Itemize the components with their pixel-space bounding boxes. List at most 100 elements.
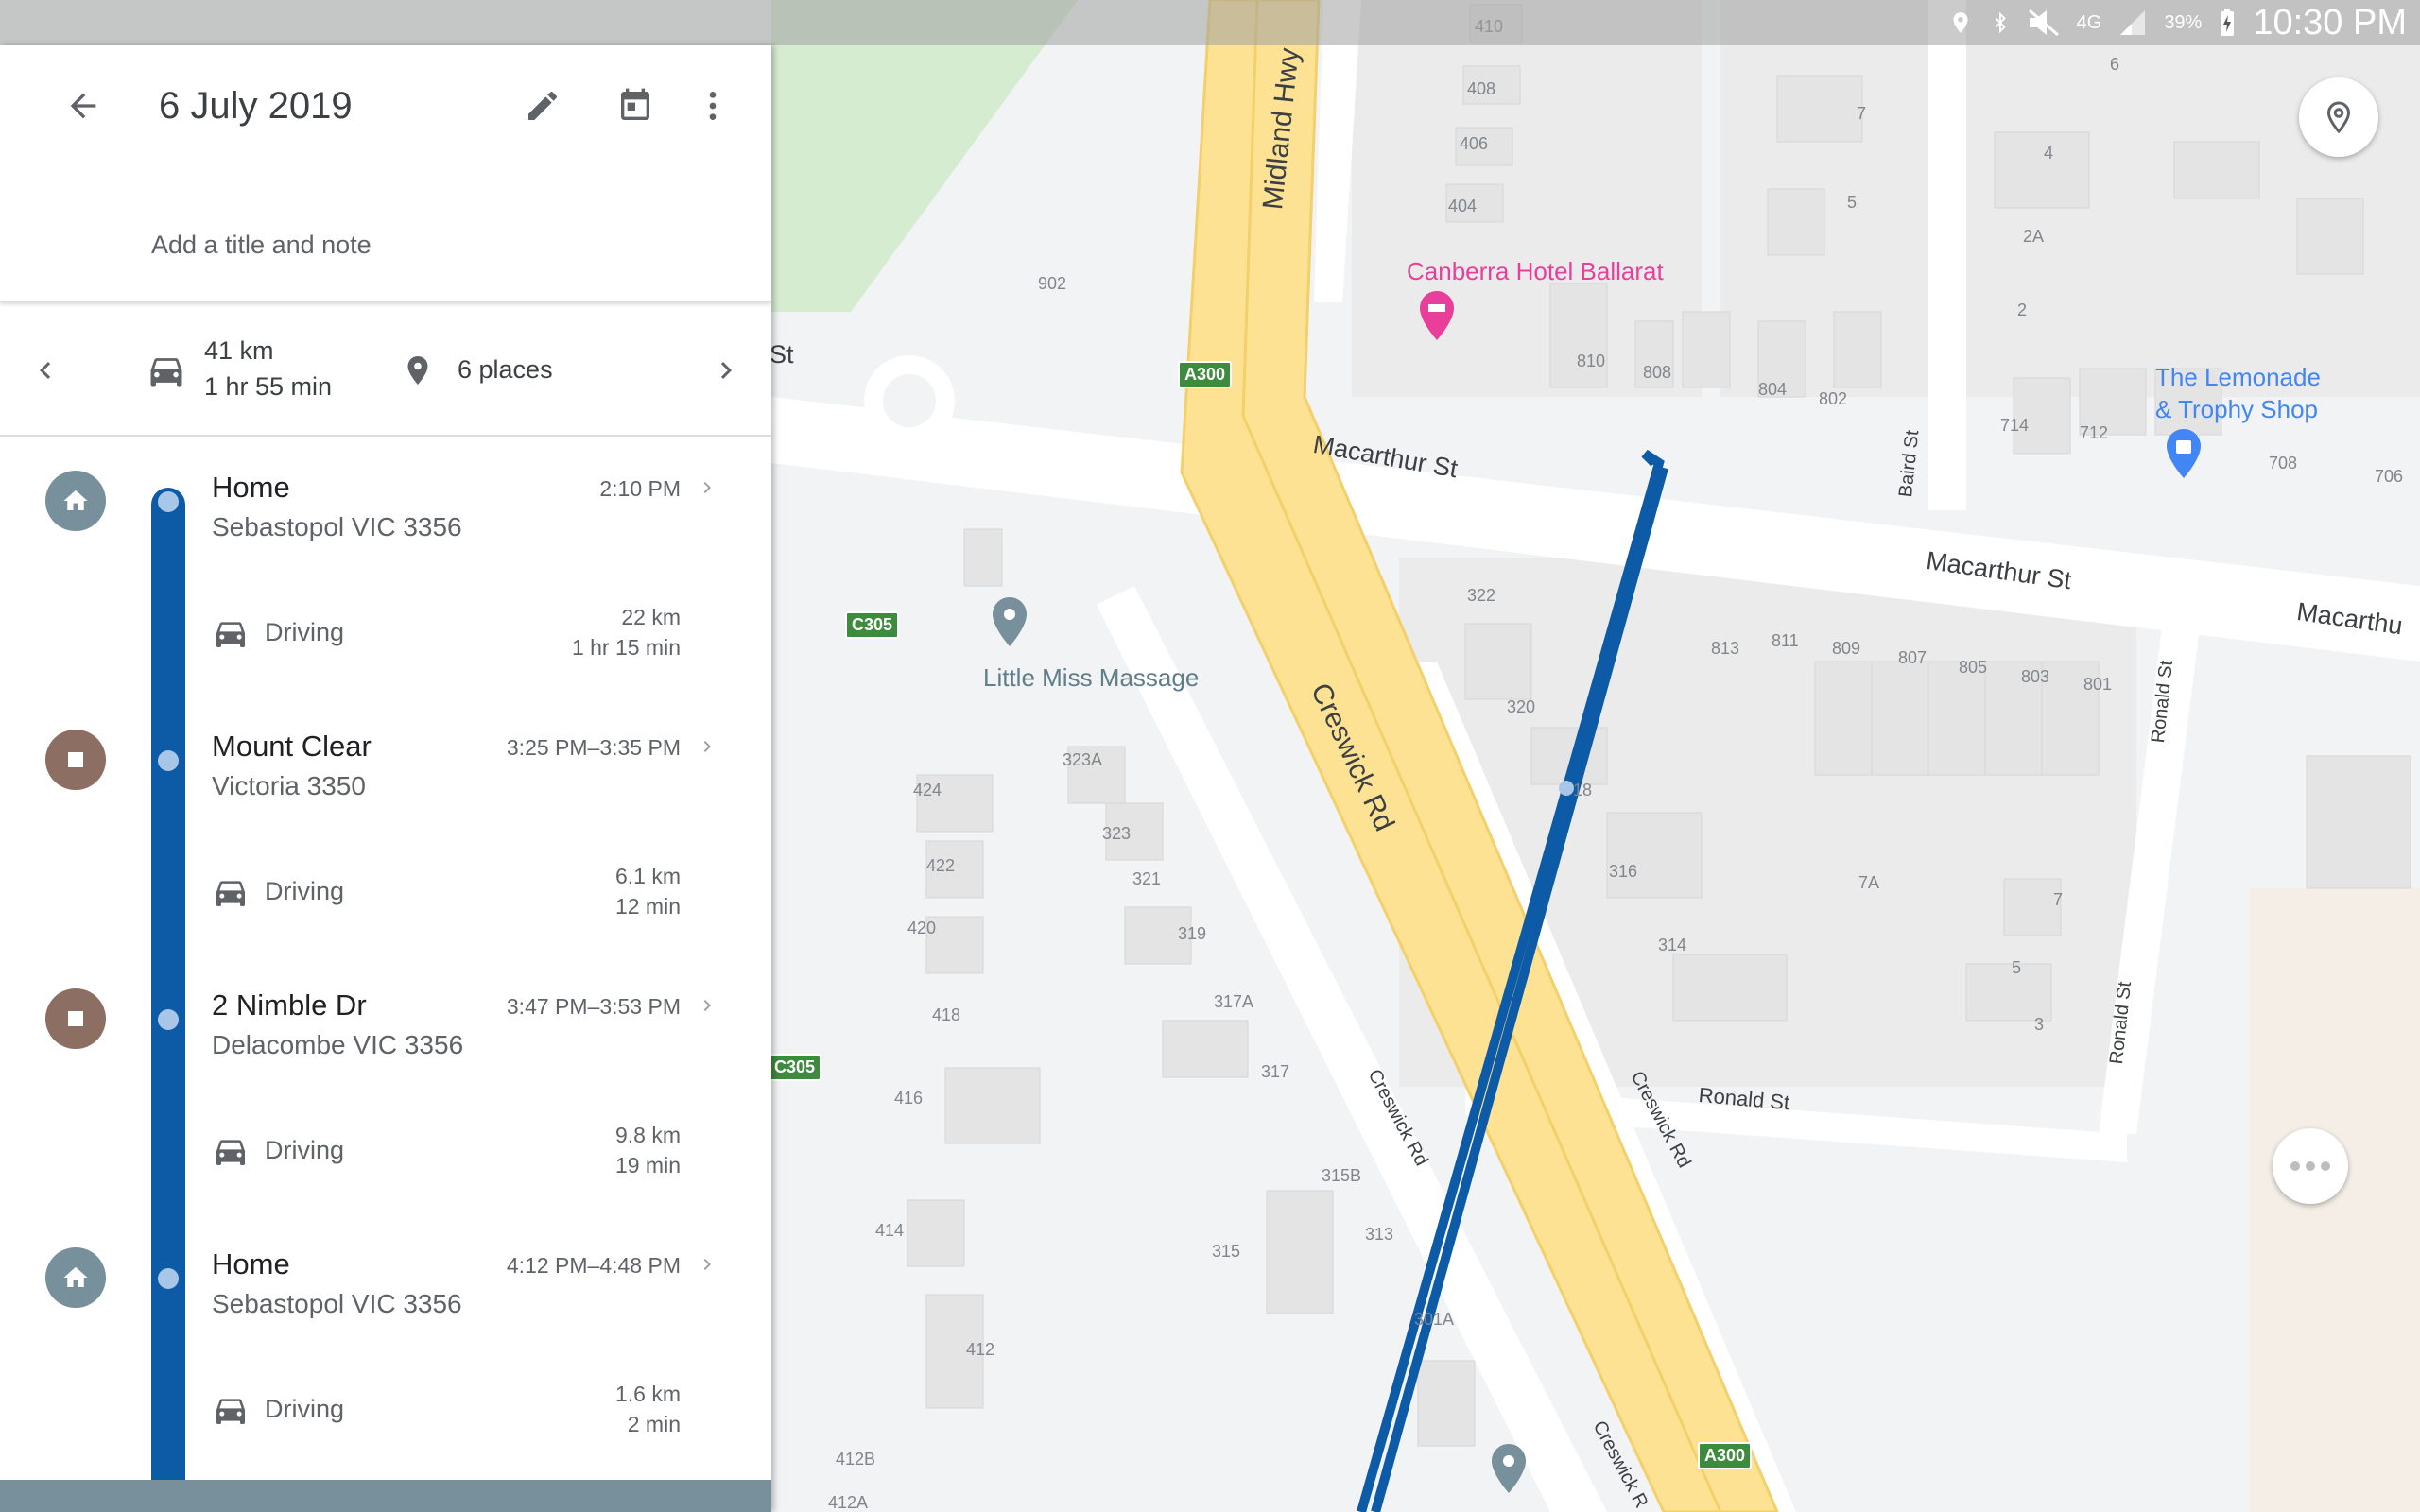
total-duration: 1 hr 55 min (204, 372, 333, 401)
timeline-track (151, 488, 185, 1512)
house-number: 7A (1858, 873, 1880, 892)
stop-marker (45, 1247, 106, 1308)
timeline-dot (158, 1009, 179, 1030)
house-number: 2A (2023, 227, 2045, 246)
more-dots-icon (2290, 1161, 2330, 1171)
shopping-pin-icon[interactable] (2165, 427, 2203, 480)
hotel-pin-icon[interactable] (1418, 289, 1456, 342)
house-number: 809 (1832, 639, 1861, 658)
stop-name[interactable]: Home (212, 471, 290, 505)
house-number: 314 (1658, 936, 1687, 954)
stop-details-button[interactable] (696, 472, 718, 503)
house-number: 316 (1609, 862, 1638, 881)
calendar-icon (621, 88, 649, 120)
stop-name[interactable]: Home (212, 1247, 290, 1281)
chevron-right-icon (703, 1259, 711, 1270)
car-icon (216, 1399, 245, 1424)
house-number: 712 (2080, 423, 2109, 442)
next-day-button[interactable] (696, 340, 756, 401)
poi-label[interactable]: & Trophy Shop (2155, 395, 2318, 424)
house-number: 807 (1898, 648, 1927, 667)
activity-distance: 22 km (621, 605, 681, 629)
house-number: 805 (1959, 658, 1988, 677)
place-pin-icon (407, 356, 428, 385)
activity-distance: 1.6 km (614, 1382, 681, 1406)
house-number: 7 (1857, 104, 1867, 123)
poi-label[interactable]: Canberra Hotel Ballarat (1407, 257, 1664, 286)
house-number: 406 (1460, 134, 1489, 153)
location-status-icon (1953, 12, 1968, 33)
pencil-icon (528, 92, 557, 120)
place-pin-icon[interactable] (1490, 1442, 1528, 1495)
activity-label[interactable]: Driving (265, 1136, 344, 1165)
house-number: 408 (1467, 79, 1496, 98)
stop-address: Delacombe VIC 3356 (212, 1030, 464, 1059)
poi-label[interactable]: The Lemonade (2155, 363, 2321, 392)
previous-day-button[interactable] (15, 340, 76, 401)
house-number: 321 (1132, 869, 1162, 888)
activity-label[interactable]: Driving (265, 1395, 344, 1424)
stop-details-button[interactable] (696, 731, 718, 762)
house-number: 414 (875, 1221, 905, 1240)
house-number: 416 (894, 1089, 924, 1108)
network-type: 4G (2076, 11, 2102, 33)
status-bar: 4G 39% 10:30 PM (0, 0, 2420, 45)
stop-name[interactable]: Mount Clear (212, 730, 372, 764)
edit-button[interactable] (512, 76, 573, 136)
poi-label[interactable]: Little Miss Massage (983, 663, 1199, 693)
house-number: 802 (1819, 389, 1848, 408)
bottom-sheet-handle[interactable] (0, 1480, 771, 1512)
house-number: 418 (932, 1005, 961, 1024)
house-number: 2 (2017, 301, 2028, 319)
house-number: 323 (1102, 824, 1132, 843)
house-number: 319 (1178, 924, 1207, 943)
location-button[interactable] (2299, 77, 2378, 157)
clock: 10:30 PM (2253, 2, 2407, 43)
back-button[interactable] (53, 76, 113, 136)
stop-name[interactable]: 2 Nimble Dr (212, 988, 367, 1022)
activity-duration: 19 min (614, 1153, 681, 1177)
more-vert-icon (709, 92, 717, 120)
stop-details-button[interactable] (696, 1249, 718, 1280)
stop-details-button[interactable] (696, 990, 718, 1021)
more-menu-button[interactable] (683, 76, 743, 136)
more-options-bubble[interactable] (2273, 1128, 2348, 1204)
house-number: 801 (2083, 675, 2113, 694)
panel-header: 6 July 2019 Add a title and note (0, 45, 771, 302)
chevron-right-icon (720, 362, 732, 379)
chevron-left-icon (40, 362, 51, 379)
house-number: 420 (908, 919, 937, 937)
stop-square-icon (68, 752, 83, 767)
place-pin-icon[interactable] (991, 595, 1028, 648)
road-shield-a300: A300 (1178, 361, 1233, 388)
timeline-list: Home Sebastopol VIC 3356 2:10 PM Driving… (0, 437, 771, 1512)
house-number: 5 (1847, 193, 1858, 212)
home-icon (63, 1266, 88, 1287)
location-pin-icon (2326, 101, 2351, 134)
stop-address: Sebastopol VIC 3356 (212, 512, 462, 541)
house-number: 902 (1038, 274, 1067, 293)
house-number: 412 (966, 1340, 995, 1359)
activity-label[interactable]: Driving (265, 877, 344, 906)
places-count[interactable]: 6 places (458, 355, 553, 385)
stop-square-icon (68, 1011, 83, 1026)
timeline-dot (158, 1268, 179, 1289)
house-number: 4 (2044, 144, 2054, 163)
day-summary: 41 km 1 hr 55 min 6 places (0, 302, 771, 437)
road-shield-c305: C305 (845, 611, 900, 639)
house-number: 708 (2269, 454, 2298, 472)
activity-duration: 12 min (614, 894, 681, 919)
car-icon (216, 622, 245, 647)
timeline-panel: 6 July 2019 Add a title and note 41 km 1… (0, 45, 771, 1512)
activity-duration: 1 hr 15 min (571, 635, 681, 660)
house-number: 412B (836, 1450, 876, 1469)
house-number: 7 (2053, 890, 2064, 909)
house-number: 810 (1577, 352, 1606, 370)
calendar-button[interactable] (605, 76, 666, 136)
note-input[interactable]: Add a title and note (151, 231, 372, 260)
car-icon (216, 1140, 245, 1165)
chevron-right-icon (703, 482, 711, 493)
home-icon (63, 490, 88, 510)
arrow-back-icon (70, 93, 96, 119)
activity-label[interactable]: Driving (265, 618, 344, 647)
